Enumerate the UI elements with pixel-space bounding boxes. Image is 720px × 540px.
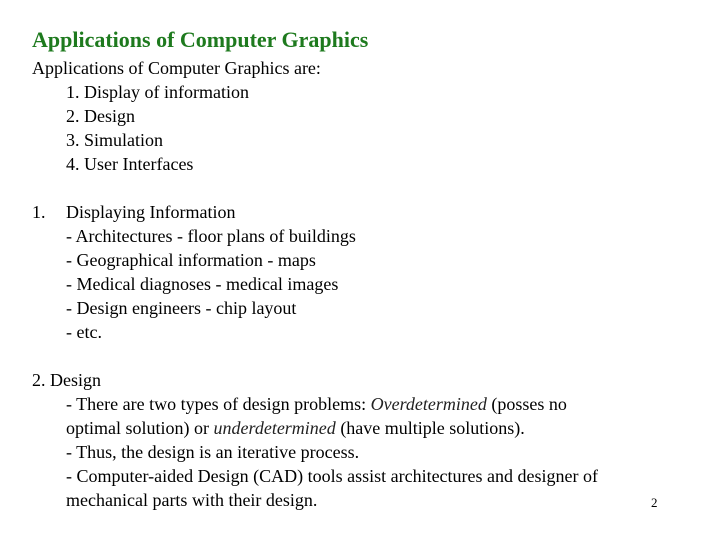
app-item: 4. User Interfaces bbox=[66, 154, 194, 174]
section1-item: - Design engineers - chip layout bbox=[66, 298, 297, 318]
text: (posses no bbox=[486, 394, 567, 414]
app-item: 3. Simulation bbox=[66, 130, 164, 150]
intro-text: Applications of Computer Graphics are: bbox=[32, 58, 321, 78]
section1-item: - Medical diagnoses - medical images bbox=[66, 274, 339, 294]
section1-item: - etc. bbox=[66, 322, 102, 342]
text: optimal solution) or bbox=[66, 418, 214, 438]
app-item: 2. Design bbox=[66, 106, 135, 126]
text: (have multiple solutions). bbox=[335, 418, 525, 438]
section1-item: - Geographical information - maps bbox=[66, 250, 316, 270]
section2-heading: 2. Design bbox=[32, 370, 101, 390]
emphasis-term: underdetermined bbox=[213, 418, 336, 438]
section2-line: optimal solution) or underdetermined (ha… bbox=[66, 417, 525, 439]
section2-line: - There are two types of design problems… bbox=[66, 393, 567, 415]
text: - There are two types of design problems… bbox=[66, 394, 371, 414]
section1-heading: Displaying Information bbox=[66, 202, 236, 222]
section2-line: mechanical parts with their design. bbox=[66, 490, 318, 510]
section1-item: - Architectures - floor plans of buildin… bbox=[66, 226, 356, 246]
slide-title: Applications of Computer Graphics bbox=[32, 27, 369, 52]
section1-number: 1. bbox=[32, 202, 46, 222]
emphasis-term: Overdetermined bbox=[370, 394, 487, 414]
page-number: 2 bbox=[651, 495, 658, 510]
section2-line: - Computer-aided Design (CAD) tools assi… bbox=[66, 466, 599, 486]
app-item: 1. Display of information bbox=[66, 82, 249, 102]
section2-line: - Thus, the design is an iterative proce… bbox=[66, 442, 360, 462]
